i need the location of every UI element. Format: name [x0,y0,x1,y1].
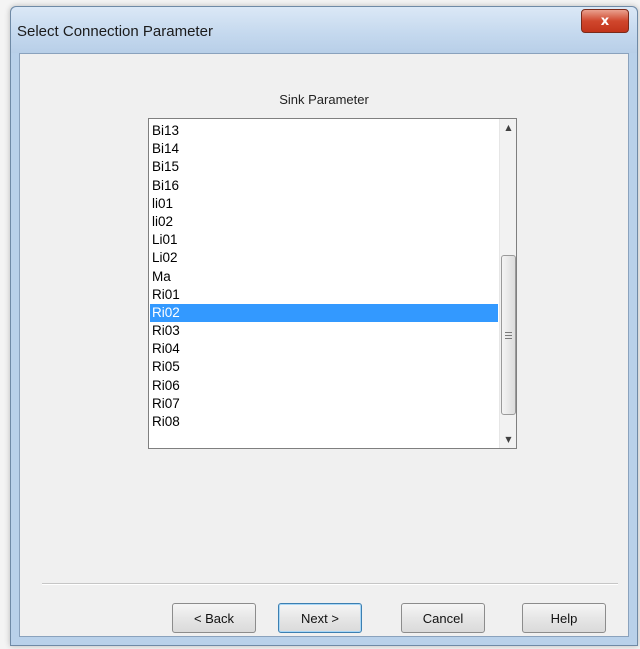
list-item[interactable]: Ri03 [150,322,498,340]
dialog-window: Select Connection Parameter x Sink Param… [10,6,638,646]
next-button[interactable]: Next > [278,603,362,633]
separator [42,583,618,585]
list-item[interactable]: li02 [150,213,498,231]
sink-parameter-listbox[interactable]: Bi13 Bi14 Bi15 Bi16 li01 li02 Li01 Li02 Ma Ri01 Ri… [148,118,517,449]
scroll-down-arrow-icon[interactable]: ▼ [500,431,516,448]
vertical-scrollbar[interactable]: ▲ ▼ [499,119,516,448]
list-title: Sink Parameter [279,92,369,107]
window-title: Select Connection Parameter [17,23,213,40]
dialog-body: Sink Parameter Bi13 Bi14 Bi15 Bi16 li01 li02 L… [19,53,629,637]
list-item[interactable]: Ri04 [150,340,498,358]
grip-icon [505,330,512,341]
back-button[interactable]: < Back [172,603,256,633]
scroll-up-arrow-icon[interactable]: ▲ [500,119,516,136]
list-item[interactable]: Ri05 [150,358,498,376]
list-item[interactable]: li01 [150,195,498,213]
list-item[interactable]: Bi14 [150,140,498,158]
list-item[interactable]: Li01 [150,231,498,249]
list-item[interactable]: Bi15 [150,158,498,176]
title-bar[interactable]: Select Connection Parameter x [11,7,637,53]
scroll-thumb[interactable] [501,255,516,415]
list-item[interactable]: Ri02 [150,303,498,323]
list-item[interactable]: Bi16 [150,177,498,195]
close-icon: x [600,13,610,29]
list-item[interactable]: Ri06 [150,377,498,395]
list-item[interactable]: Ri01 [150,286,498,304]
list-item[interactable]: Ri07 [150,395,498,413]
help-button[interactable]: Help [522,603,606,633]
close-button[interactable]: x [581,9,629,33]
list-item[interactable]: Ri08 [150,413,498,431]
list-items: Bi13 Bi14 Bi15 Bi16 li01 li02 Li01 Li02 Ma Ri01 Ri… [150,122,498,431]
list-item[interactable]: Ma [150,268,498,286]
cancel-button[interactable]: Cancel [401,603,485,633]
list-item[interactable]: Li02 [150,249,498,267]
list-item[interactable]: Bi13 [150,122,498,140]
